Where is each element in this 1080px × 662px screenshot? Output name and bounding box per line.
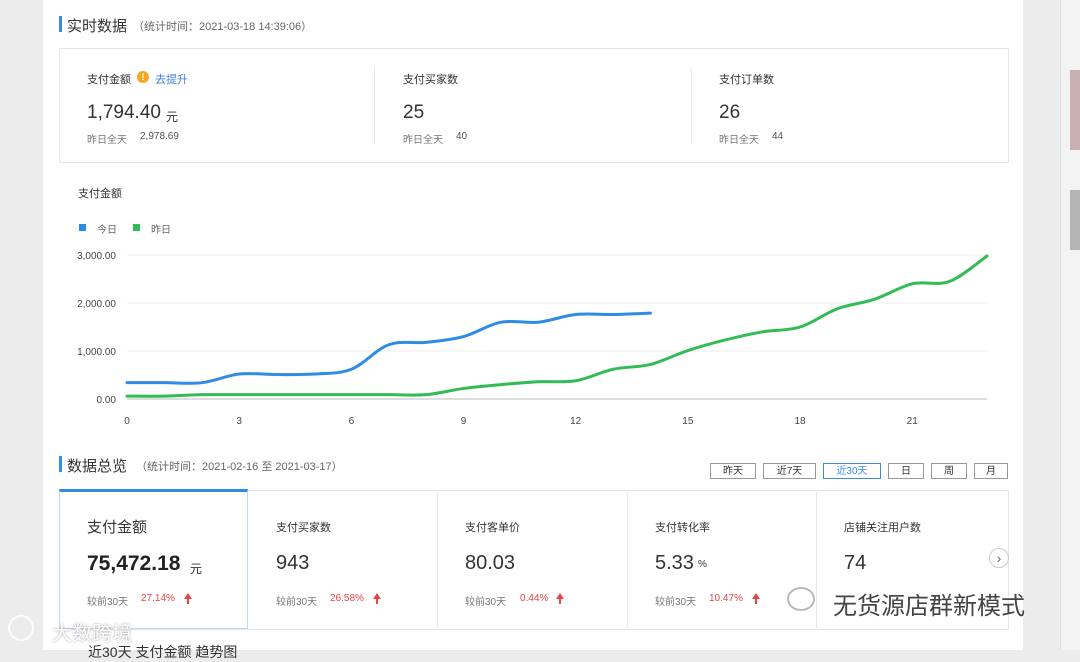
arrow-up-icon-stem [559, 599, 561, 604]
card-unit: 元 [190, 562, 203, 576]
wechat-icon [787, 587, 815, 611]
card-compare-label: 较前30天 [276, 597, 318, 608]
card-compare-value: 0.44% [520, 593, 549, 604]
range-7days-button[interactable]: 近7天 [763, 463, 816, 479]
x-tick-label: 6 [349, 416, 355, 427]
x-tick-label: 18 [794, 416, 806, 427]
arrow-up-icon-stem [187, 599, 189, 604]
x-tick-label: 15 [682, 416, 694, 427]
watermark-right: 无货源店群新模式 [833, 593, 1025, 620]
x-tick-label: 0 [124, 416, 130, 427]
payment-line-chart: 3,000.00 2,000.00 1,000.00 0.00 0 3 6 9 12 15 18 21 [77, 251, 989, 427]
range-month-button[interactable]: 月 [974, 463, 1008, 479]
overview-title: 数据总览 [67, 458, 128, 475]
watermark-left: 大数跨境 [52, 623, 132, 645]
overview-subtitle: （统计时间：2021-02-16 至 2021-03-17） [136, 461, 343, 473]
y-tick-label: 0.00 [97, 395, 117, 406]
watermark-logo-icon [8, 615, 34, 641]
x-tick-label: 3 [236, 416, 242, 427]
series-line-today [125, 311, 652, 385]
card-label: 店铺关注用户数 [844, 522, 921, 534]
range-day-button[interactable]: 日 [888, 463, 924, 479]
card-value: 74 [844, 552, 867, 574]
card-compare-label: 较前30天 [655, 597, 697, 608]
card-compare-value: 27.14% [141, 593, 175, 604]
card-compare-value: 10.47% [709, 593, 743, 604]
x-tick-label: 9 [461, 416, 467, 427]
card-compare-value: 26.58% [330, 593, 364, 604]
card-unit: % [698, 559, 707, 570]
card-value: 80.03 [465, 552, 516, 574]
y-tick-label: 2,000.00 [77, 299, 116, 310]
card-value: 75,472.18 [87, 552, 181, 575]
section-marker [59, 456, 62, 472]
card-value: 943 [276, 552, 310, 574]
divider [437, 492, 438, 628]
card-compare-label: 较前30天 [465, 597, 507, 608]
arrow-up-icon-stem [755, 599, 757, 604]
x-tick-label: 21 [907, 416, 919, 427]
card-compare-label: 较前30天 [87, 597, 129, 608]
divider [816, 492, 817, 628]
arrow-up-icon-stem [376, 599, 378, 604]
y-tick-label: 3,000.00 [77, 251, 116, 262]
card-label: 支付转化率 [655, 522, 710, 534]
range-30days-button[interactable]: 近30天 [823, 463, 881, 479]
card-label: 支付买家数 [276, 522, 331, 534]
y-tick-label: 1,000.00 [77, 347, 116, 358]
range-week-button[interactable]: 周 [931, 463, 967, 479]
divider [627, 492, 628, 628]
card-value: 5.33 [655, 552, 694, 574]
card-label: 支付金额 [87, 519, 148, 536]
card-label: 支付客单价 [465, 522, 520, 534]
range-yesterday-button[interactable]: 昨天 [710, 463, 756, 479]
x-tick-label: 12 [570, 416, 582, 427]
next-arrow-button[interactable]: › [989, 548, 1009, 568]
